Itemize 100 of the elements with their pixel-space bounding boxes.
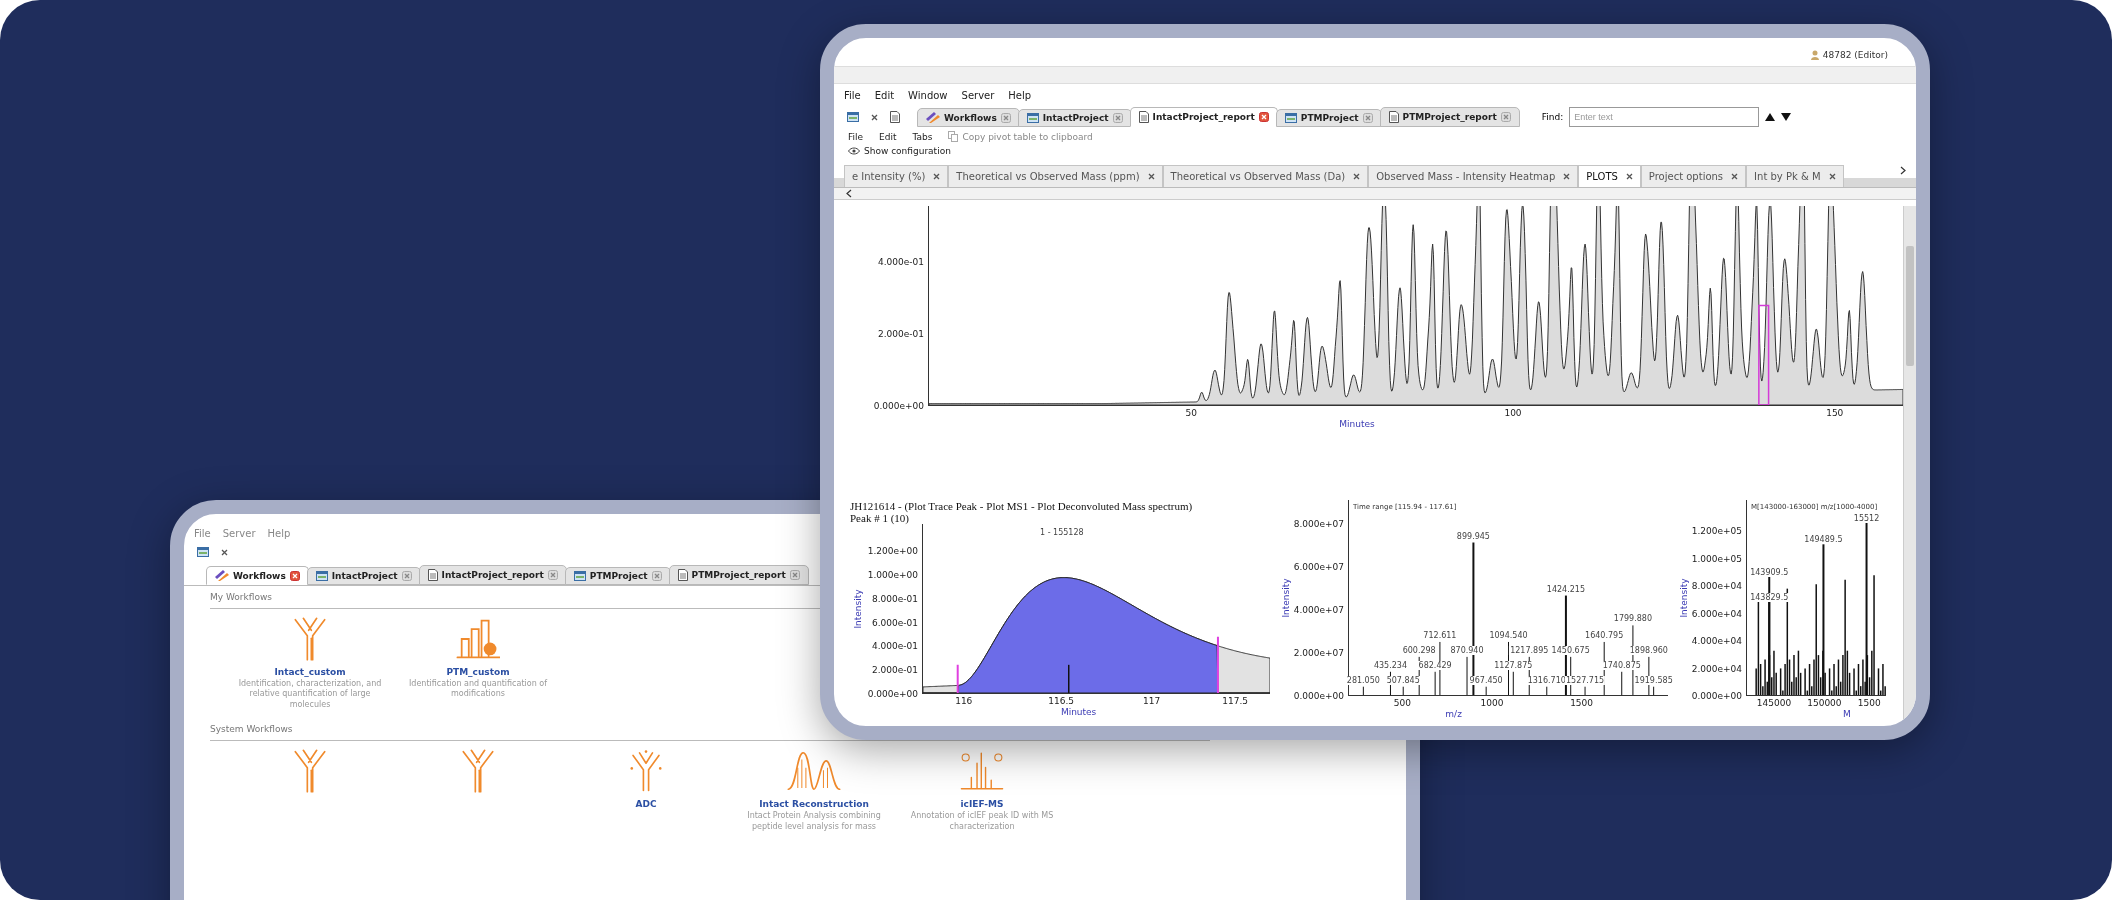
report-tab[interactable]: PLOTS xyxy=(1578,165,1641,187)
menu-item[interactable]: Edit xyxy=(879,131,897,142)
project-tab[interactable]: IntactProject_report xyxy=(1129,107,1278,127)
tick-label: 0.000e+00 xyxy=(1293,691,1344,701)
document-icon xyxy=(1388,111,1399,123)
close-icon[interactable] xyxy=(289,570,300,581)
tick-label: 116 xyxy=(955,696,973,706)
axis-label: m/z xyxy=(1445,709,1462,719)
tick-label: 6.000e-01 xyxy=(872,617,918,628)
tick-label: 117.5 xyxy=(1222,696,1249,706)
menu-item[interactable]: File xyxy=(844,90,861,101)
peak-label: 682.429 xyxy=(1417,660,1453,670)
peak-label: 1424.215 xyxy=(1545,584,1586,594)
axis-label: Intensity xyxy=(1679,578,1689,618)
report-tab[interactable]: Theoretical vs Observed Mass (ppm) xyxy=(948,165,1163,187)
toolbar-button[interactable] xyxy=(844,110,862,124)
menu-item[interactable]: Window xyxy=(908,90,948,101)
project-tab[interactable]: PTMProject_report xyxy=(668,565,809,585)
peak-label: 281.050 xyxy=(1345,675,1381,685)
workflow-description: Annotation of icIEF peak ID with MS characterization xyxy=(909,811,1055,832)
project-tab[interactable]: IntactProject xyxy=(306,567,421,585)
report-tab[interactable]: Observed Mass - Intensity Heatmap xyxy=(1368,165,1579,187)
tick-label: 117 xyxy=(1143,696,1161,706)
menu-item[interactable]: Help xyxy=(267,528,291,539)
workflow-link[interactable]: icIEF-MS xyxy=(960,799,1004,810)
peak-label: 1450.675 xyxy=(1550,645,1591,655)
tick-label: 0.000e+00 xyxy=(873,401,924,411)
project-tab[interactable]: IntactProject_report xyxy=(418,565,567,585)
tick-label: 4.000e+07 xyxy=(1293,604,1344,615)
down-arrow-icon[interactable] xyxy=(1781,113,1792,121)
close-icon[interactable] xyxy=(1353,173,1361,180)
close-icon[interactable] xyxy=(1828,173,1836,180)
close-icon[interactable] xyxy=(1731,173,1739,180)
window-icon xyxy=(1284,113,1297,123)
tick-label: 2.000e-01 xyxy=(872,665,918,676)
find-label: Find: xyxy=(1541,112,1564,122)
up-arrow-icon[interactable] xyxy=(1765,113,1776,121)
project-tab[interactable]: PTMProject_report xyxy=(1379,107,1520,127)
menu-item[interactable]: Server xyxy=(222,528,256,539)
show-configuration-button[interactable]: Show configuration xyxy=(848,146,951,156)
tick-label: 6.000e+04 xyxy=(1691,608,1742,619)
tick-label: 100 xyxy=(1504,408,1522,418)
menu-item[interactable]: Edit xyxy=(874,90,895,101)
tick-label: 150000 xyxy=(1807,698,1842,708)
close-icon[interactable] xyxy=(933,173,941,180)
peak-label: 507.845 xyxy=(1385,675,1421,685)
document-icon xyxy=(677,569,688,581)
tick-label: 4.000e-01 xyxy=(878,257,924,267)
peak-label: 1919.585 xyxy=(1633,675,1674,685)
report-tab[interactable]: e Intensity (%) xyxy=(844,165,949,187)
peak-label: 1640.795 xyxy=(1584,631,1625,640)
tick-label: 8.000e-01 xyxy=(872,593,918,604)
workflow-link[interactable]: Intact_custom xyxy=(274,667,346,677)
project-tab[interactable]: Workflows xyxy=(206,566,309,585)
menu-item[interactable]: Server xyxy=(961,90,995,101)
chevron-left-icon[interactable] xyxy=(846,189,852,198)
project-tab[interactable]: Workflows xyxy=(917,108,1020,127)
tick-label: 1000 xyxy=(1480,698,1504,708)
tick-label: 1.000e+00 xyxy=(867,570,918,580)
document-icon xyxy=(1138,111,1149,123)
find-field[interactable]: Enter text xyxy=(1569,107,1760,127)
close-icon[interactable] xyxy=(1625,173,1633,180)
document-icon xyxy=(427,569,438,581)
copy-button[interactable]: Copy pivot table to clipboard xyxy=(948,131,1093,142)
workflow-description: Intact Protein Analysis combining peptide level analysis for mass xyxy=(746,811,882,832)
axis-label: M xyxy=(1842,709,1851,719)
close-icon[interactable] xyxy=(1258,112,1269,122)
window-icon xyxy=(197,547,209,557)
toolbar-button[interactable] xyxy=(887,109,903,125)
user-icon xyxy=(1810,50,1819,60)
project-tab[interactable]: PTMProject xyxy=(1275,109,1382,127)
tick-label: 2.000e+04 xyxy=(1691,663,1742,674)
axis-label: Intensity xyxy=(1281,578,1291,618)
peak-label: 600.298 xyxy=(1401,645,1437,655)
project-tab[interactable]: PTMProject xyxy=(564,567,671,585)
menu-item[interactable]: File xyxy=(194,528,211,539)
workflows-icon xyxy=(926,112,940,123)
workflow-link[interactable]: Intact Reconstruction xyxy=(759,799,869,810)
project-tab[interactable]: IntactProject xyxy=(1017,109,1132,127)
tick-label: 116.5 xyxy=(1048,696,1075,706)
tick-label: 500 xyxy=(1393,698,1411,708)
antibody-icon xyxy=(291,617,329,661)
report-tab[interactable]: Project options xyxy=(1640,165,1747,187)
menu-item[interactable]: File xyxy=(848,131,864,142)
peak-label: 1316.710 xyxy=(1526,675,1567,685)
workflow-link[interactable]: PTM_custom xyxy=(446,667,510,677)
peak-label: 870.940 xyxy=(1449,645,1485,655)
menu-item[interactable]: Help xyxy=(1008,90,1032,101)
chevron-right-icon[interactable] xyxy=(1900,166,1906,175)
workflow-description: Identification and quantification of modifications xyxy=(408,679,549,700)
workflow-link[interactable]: ADC xyxy=(635,799,657,810)
menu-item[interactable]: Tabs xyxy=(912,131,933,142)
toolbar-button[interactable] xyxy=(194,545,212,559)
close-icon[interactable] xyxy=(1147,173,1155,180)
report-tab[interactable]: Int by Pk & M xyxy=(1746,165,1844,187)
report-tab[interactable]: Theoretical vs Observed Mass (Da) xyxy=(1162,165,1369,187)
close-icon[interactable] xyxy=(1563,173,1571,180)
tick-label: 50 xyxy=(1185,408,1197,418)
bar-chart-icon xyxy=(456,617,500,661)
peak-label: 1094.540 xyxy=(1488,631,1529,640)
